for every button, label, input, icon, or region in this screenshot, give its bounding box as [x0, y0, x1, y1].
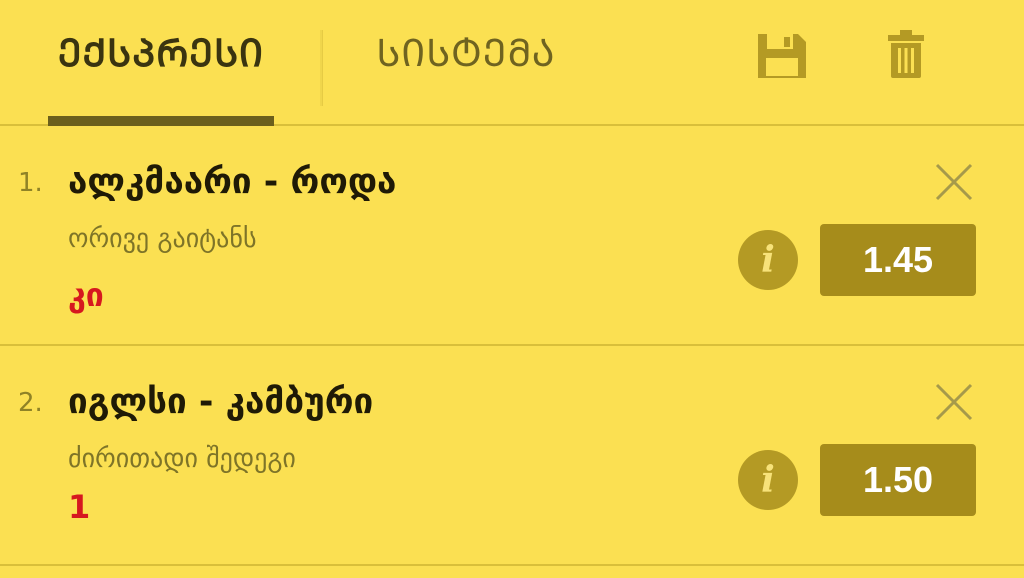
bet-market: ორივე გაიტანს — [68, 224, 257, 254]
bet-pick: კი — [68, 276, 104, 314]
bet-match-title: ალკმაარი - როდა — [68, 162, 397, 202]
bet-number: 1. — [18, 168, 43, 198]
save-icon[interactable] — [754, 30, 810, 82]
betslip-header: ᲔᲥᲡᲞᲠᲔᲡᲘ ᲡᲘᲡᲢᲔᲛᲐ — [0, 0, 1024, 126]
remove-bet-button[interactable] — [932, 160, 976, 204]
odd-button[interactable]: 1.50 — [820, 444, 976, 516]
bet-market: ძირითადი შედეგი — [68, 444, 296, 474]
trash-icon[interactable] — [886, 28, 926, 80]
close-icon — [935, 383, 973, 421]
tab-divider — [320, 30, 322, 106]
odd-button[interactable]: 1.45 — [820, 224, 976, 296]
tab-system[interactable]: ᲡᲘᲡᲢᲔᲛᲐ — [346, 0, 586, 114]
info-button[interactable]: i — [738, 450, 798, 510]
bet-number: 2. — [18, 388, 43, 418]
tab-express-label: ᲔᲥᲡᲞᲠᲔᲡᲘ — [57, 31, 265, 75]
info-icon: i — [761, 459, 775, 501]
tab-express[interactable]: ᲔᲥᲡᲞᲠᲔᲡᲘ — [48, 0, 274, 114]
tab-system-label: ᲡᲘᲡᲢᲔᲛᲐ — [376, 31, 556, 75]
close-icon — [935, 163, 973, 201]
active-tab-indicator — [48, 116, 274, 126]
info-icon: i — [761, 239, 775, 281]
bet-match-title: იგლსი - კამბური — [68, 382, 374, 422]
info-button[interactable]: i — [738, 230, 798, 290]
bet-pick: 1 — [68, 488, 91, 526]
bet-item: 1. ალკმაარი - როდა ორივე გაიტანს კი i 1.… — [0, 126, 1024, 346]
bet-item: 2. იგლსი - კამბური ძირითადი შედეგი 1 i 1… — [0, 346, 1024, 566]
remove-bet-button[interactable] — [932, 380, 976, 424]
